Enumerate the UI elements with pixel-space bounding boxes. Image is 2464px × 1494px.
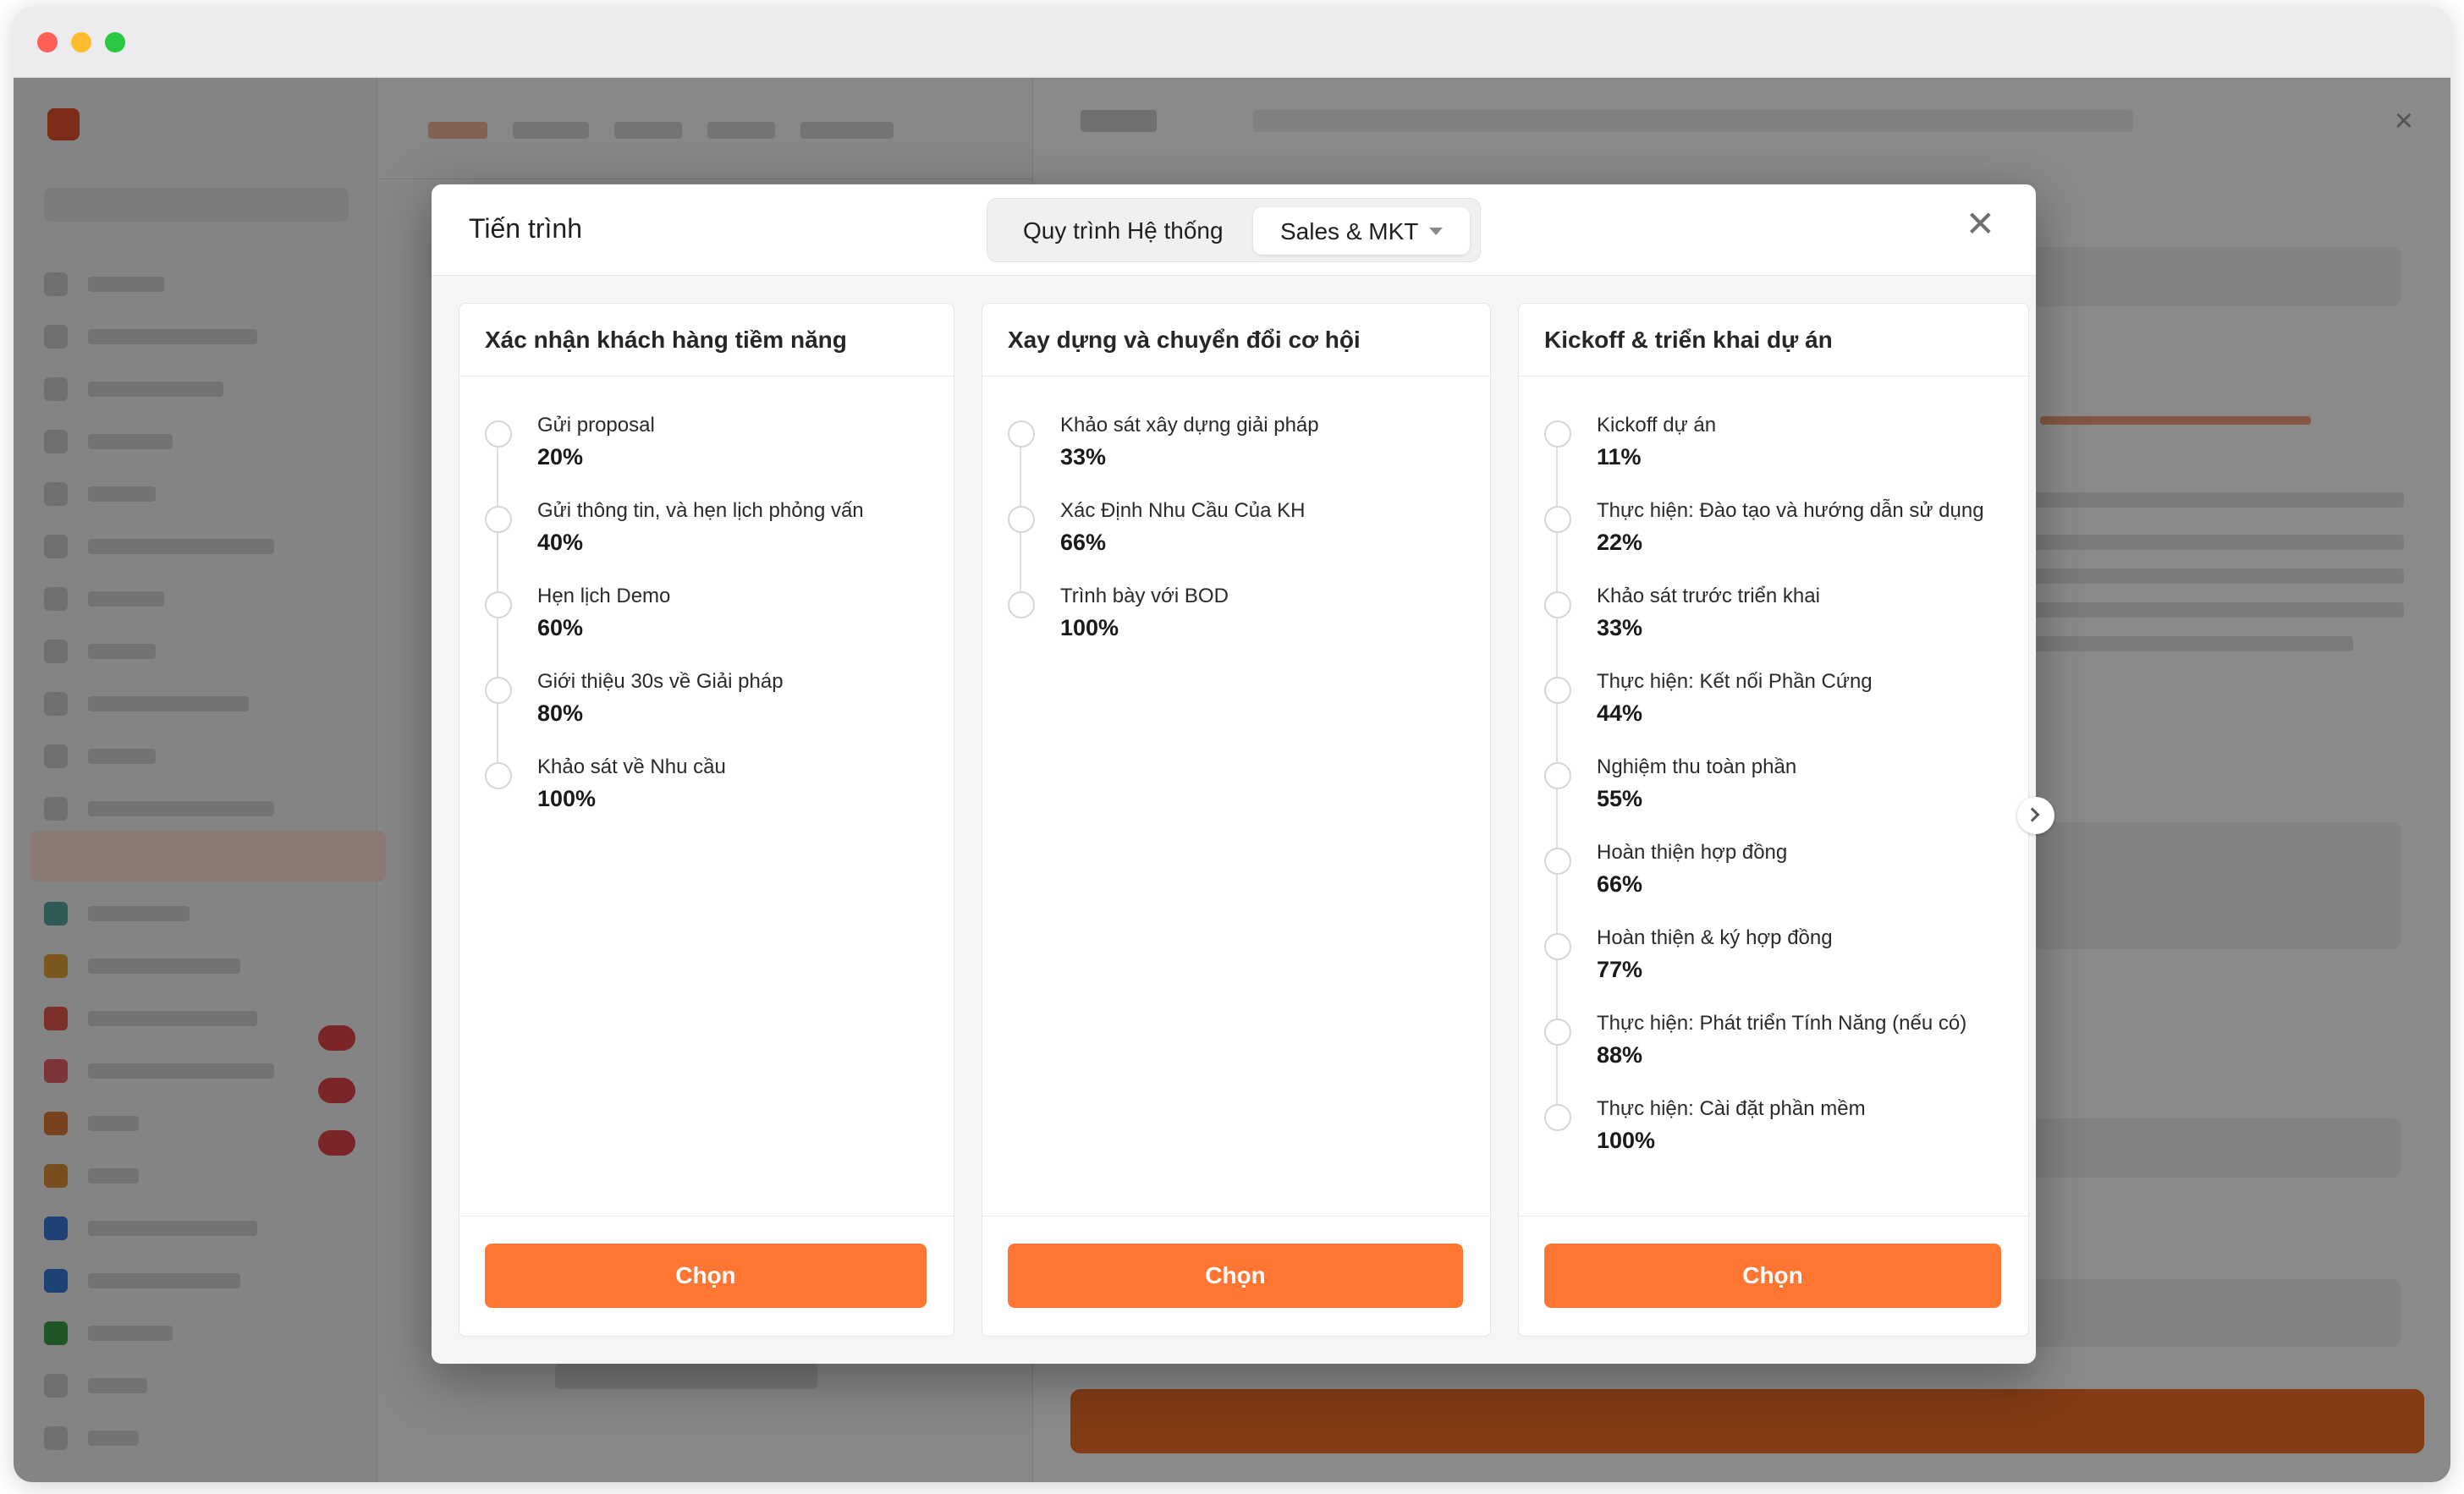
- process-step: Khảo sát trước triển khai 33%: [1544, 585, 2005, 652]
- modal-header: Tiến trình Quy trình Hệ thống Sales & MK…: [432, 184, 2036, 276]
- process-modal: Tiến trình Quy trình Hệ thống Sales & MK…: [432, 184, 2036, 1364]
- column-header: Xay dựng và chuyển đổi cơ hội: [982, 304, 1490, 376]
- process-select-value: Sales & MKT: [1280, 218, 1419, 244]
- step-radio[interactable]: [1008, 420, 1035, 448]
- step-radio[interactable]: [1544, 677, 1571, 704]
- step-percentage: 40%: [537, 530, 584, 555]
- step-label: Thực hiện: Kết nối Phần Cứng: [1597, 670, 1873, 693]
- step-label: Giới thiệu 30s về Giải pháp: [537, 670, 784, 693]
- step-label: Hoàn thiện hợp đồng: [1597, 841, 1788, 864]
- process-step: Khảo sát về Nhu cầu 100%: [485, 755, 930, 823]
- process-column: Xác nhận khách hàng tiềm năng Gửi propos…: [459, 303, 954, 1337]
- step-radio[interactable]: [485, 420, 512, 448]
- window-minimize-control[interactable]: [71, 32, 91, 52]
- process-step: Gửi proposal 20%: [485, 414, 930, 481]
- step-radio[interactable]: [1544, 848, 1571, 875]
- step-percentage: 11%: [1597, 444, 1642, 470]
- process-step: Xác Định Nhu Cầu Của KH 66%: [1008, 499, 1466, 567]
- process-step: Hẹn lịch Demo 60%: [485, 585, 930, 652]
- step-percentage: 33%: [1597, 615, 1643, 640]
- step-percentage: 55%: [1597, 786, 1643, 811]
- window-zoom-control[interactable]: [105, 32, 125, 52]
- step-label: Hoàn thiện & ký hợp đồng: [1597, 926, 1833, 949]
- step-percentage: 100%: [1060, 615, 1119, 640]
- process-step: Khảo sát xây dựng giải pháp 33%: [1008, 414, 1466, 481]
- step-label: Thực hiện: Phát triển Tính Năng (nếu có): [1597, 1012, 1967, 1035]
- step-label: Thực hiện: Cài đặt phần mềm: [1597, 1097, 1866, 1120]
- chevron-down-icon: [1429, 228, 1443, 235]
- step-radio[interactable]: [1544, 506, 1571, 533]
- column-footer: Chọn: [1519, 1216, 2028, 1336]
- step-percentage: 80%: [537, 700, 584, 726]
- column-footer: Chọn: [459, 1216, 954, 1336]
- step-radio[interactable]: [1544, 933, 1571, 960]
- step-label: Khảo sát trước triển khai: [1597, 585, 1820, 607]
- process-column: Kickoff & triển khai dự án Kickoff dự án…: [1518, 303, 2029, 1337]
- step-percentage: 44%: [1597, 700, 1643, 726]
- column-header: Kickoff & triển khai dự án: [1519, 304, 2028, 376]
- chevron-right-icon[interactable]: [2017, 797, 2054, 834]
- step-percentage: 100%: [1597, 1128, 1656, 1153]
- step-label: Trình bày với BOD: [1060, 585, 1229, 607]
- column-header: Xác nhận khách hàng tiềm năng: [459, 304, 954, 376]
- choose-button[interactable]: Chọn: [485, 1244, 927, 1308]
- step-radio[interactable]: [1544, 420, 1571, 448]
- step-label: Nghiệm thu toàn phần: [1597, 755, 1797, 778]
- step-radio[interactable]: [485, 591, 512, 618]
- process-step: Trình bày với BOD 100%: [1008, 585, 1466, 652]
- step-percentage: 66%: [1060, 530, 1107, 555]
- step-percentage: 66%: [1597, 871, 1643, 897]
- process-step: Nghiệm thu toàn phần 55%: [1544, 755, 2005, 823]
- window-titlebar: [14, 7, 2450, 78]
- step-label: Khảo sát xây dựng giải pháp: [1060, 414, 1319, 437]
- step-label: Gửi thông tin, và hẹn lịch phỏng vấn: [537, 499, 864, 522]
- step-label: Xác Định Nhu Cầu Của KH: [1060, 499, 1306, 522]
- process-step: Giới thiệu 30s về Giải pháp 80%: [485, 670, 930, 738]
- step-radio[interactable]: [485, 762, 512, 789]
- choose-button[interactable]: Chọn: [1544, 1244, 2001, 1308]
- column-title: Xác nhận khách hàng tiềm năng: [485, 327, 847, 353]
- column-title: Kickoff & triển khai dự án: [1544, 327, 1833, 353]
- segment-label[interactable]: Quy trình Hệ thống: [1023, 217, 1224, 244]
- step-label: Hẹn lịch Demo: [537, 585, 671, 607]
- step-radio[interactable]: [1008, 506, 1035, 533]
- step-radio[interactable]: [1544, 1104, 1571, 1131]
- step-percentage: 77%: [1597, 957, 1643, 982]
- process-step: Hoàn thiện & ký hợp đồng 77%: [1544, 926, 2005, 994]
- process-step: Thực hiện: Phát triển Tính Năng (nếu có)…: [1544, 1012, 2005, 1079]
- step-percentage: 33%: [1060, 444, 1107, 470]
- step-label: Kickoff dự án: [1597, 414, 1717, 437]
- process-type-selector: Quy trình Hệ thống Sales & MKT: [987, 198, 1481, 262]
- step-radio[interactable]: [1544, 1019, 1571, 1046]
- step-radio[interactable]: [1544, 591, 1571, 618]
- step-label: Khảo sát về Nhu cầu: [537, 755, 726, 778]
- choose-button[interactable]: Chọn: [1008, 1244, 1463, 1308]
- process-step: Thực hiện: Đào tạo và hướng dẫn sử dụng 2…: [1544, 499, 2005, 567]
- process-step: Kickoff dự án 11%: [1544, 414, 2005, 481]
- step-radio[interactable]: [485, 506, 512, 533]
- process-step: Thực hiện: Kết nối Phần Cứng 44%: [1544, 670, 2005, 738]
- step-label: Gửi proposal: [537, 414, 655, 437]
- close-icon[interactable]: ✕: [1966, 206, 1995, 242]
- process-step: Hoàn thiện hợp đồng 66%: [1544, 841, 2005, 909]
- process-select[interactable]: Sales & MKT: [1253, 207, 1470, 255]
- step-percentage: 20%: [537, 444, 584, 470]
- process-step: Gửi thông tin, và hẹn lịch phỏng vấn 40%: [485, 499, 930, 567]
- process-column: Xay dựng và chuyển đổi cơ hội Khảo sát x…: [982, 303, 1491, 1337]
- step-radio[interactable]: [485, 677, 512, 704]
- modal-title: Tiến trình: [469, 213, 582, 244]
- step-percentage: 22%: [1597, 530, 1643, 555]
- step-percentage: 100%: [537, 786, 597, 811]
- column-title: Xay dựng và chuyển đổi cơ hội: [1008, 327, 1361, 353]
- step-percentage: 60%: [537, 615, 584, 640]
- column-footer: Chọn: [982, 1216, 1490, 1336]
- window-close-control[interactable]: [37, 32, 58, 52]
- step-radio[interactable]: [1544, 762, 1571, 789]
- step-radio[interactable]: [1008, 591, 1035, 618]
- process-step: Thực hiện: Cài đặt phần mềm 100%: [1544, 1097, 2005, 1165]
- step-percentage: 88%: [1597, 1042, 1643, 1068]
- step-label: Thực hiện: Đào tạo và hướng dẫn sử dụng: [1597, 499, 1984, 522]
